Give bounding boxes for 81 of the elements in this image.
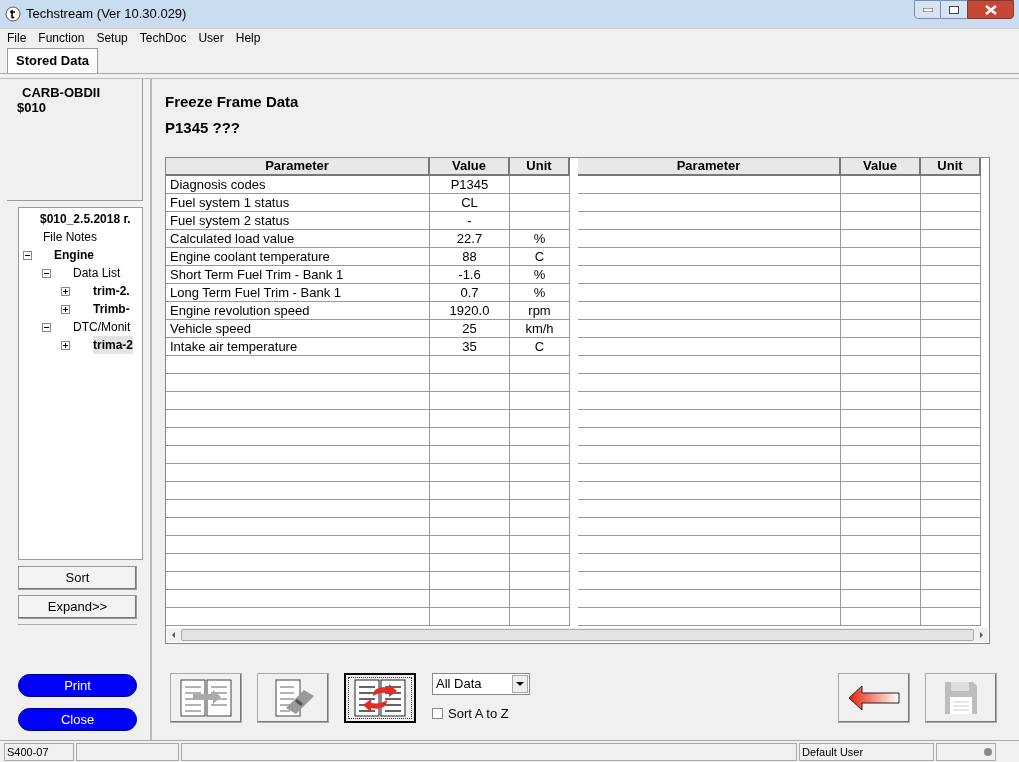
table-cell: - <box>430 212 510 229</box>
print-button[interactable]: Print <box>18 674 137 697</box>
table-cell: km/h <box>510 320 570 337</box>
table-cell: -1.6 <box>430 266 510 283</box>
maximize-icon <box>949 5 959 14</box>
table-cell: % <box>510 266 570 283</box>
column-header: Unit <box>510 158 570 174</box>
tab[interactable]: Stored Data <box>7 48 98 73</box>
table-cell: Calculated load value <box>166 230 430 247</box>
tree-item[interactable]: DTC/Monit <box>73 318 131 336</box>
table-cell: Engine revolution speed <box>166 302 430 319</box>
copy-list-icon <box>179 678 233 718</box>
collapse-icon[interactable] <box>42 322 51 332</box>
table-cell: Fuel system 1 status <box>166 194 430 211</box>
column-header: Value <box>430 158 510 174</box>
menu-item[interactable]: TechDoc <box>139 29 187 47</box>
back-button[interactable] <box>838 673 910 723</box>
left-arrow-icon <box>848 685 900 711</box>
table-cell: Long Term Fuel Trim - Bank 1 <box>166 284 430 301</box>
table-cell: Engine coolant temperature <box>166 248 430 265</box>
table-cell: 1920.0 <box>430 302 510 319</box>
horizontal-scrollbar[interactable] <box>167 628 988 642</box>
sort-button[interactable]: Sort <box>18 566 137 590</box>
close-icon <box>984 4 997 15</box>
close-button[interactable] <box>967 0 1014 19</box>
table-cell: C <box>510 338 570 355</box>
tree-item[interactable]: trim-2. <box>93 282 130 300</box>
minimize-icon <box>922 7 933 12</box>
tree-item[interactable]: Trimb- <box>93 300 130 318</box>
column-header: Parameter <box>166 158 430 174</box>
table-cell: P1345 <box>430 176 510 193</box>
column-header: Unit <box>921 158 981 174</box>
column-header: Parameter <box>578 158 841 174</box>
expand-icon[interactable] <box>61 286 70 296</box>
checkbox[interactable] <box>432 708 443 720</box>
collapse-icon[interactable] <box>23 250 32 260</box>
menu-item[interactable]: Setup <box>96 29 128 47</box>
table-cell: C <box>510 248 570 265</box>
column-header: Value <box>841 158 921 174</box>
table-cell: Vehicle speed <box>166 320 430 337</box>
app-logo-icon <box>5 6 21 22</box>
table-cell: % <box>510 230 570 247</box>
table-cell: Intake air temperature <box>166 338 430 355</box>
filter-dropdown[interactable]: All Data <box>432 673 530 695</box>
expand-icon[interactable] <box>61 340 70 350</box>
tree-item[interactable]: trima-2 <box>93 336 133 354</box>
table-cell: 35 <box>430 338 510 355</box>
expand-icon[interactable] <box>61 304 70 314</box>
maximize-button[interactable] <box>941 0 967 19</box>
table-cell: rpm <box>510 302 570 319</box>
status-text: S400-07 <box>4 742 74 761</box>
toolbar-button[interactable] <box>344 673 416 723</box>
dtc-code: P1345 ??? <box>165 118 242 137</box>
tree-item[interactable]: File Notes <box>43 228 98 246</box>
table-cell: CL <box>430 194 510 211</box>
checkbox-label[interactable]: Sort A to Z <box>448 704 509 724</box>
scrollbar-thumb[interactable] <box>181 629 974 641</box>
menu-item[interactable]: Help <box>235 29 261 47</box>
expand-button[interactable]: Expand>> <box>18 595 137 619</box>
menu-item[interactable]: Function <box>38 29 85 47</box>
tree-item[interactable]: Engine <box>54 246 94 264</box>
close-app-button[interactable]: Close <box>18 708 137 731</box>
menu-item[interactable]: User <box>198 29 224 47</box>
table-cell: 0.7 <box>430 284 510 301</box>
table-cell: 22.7 <box>430 230 510 247</box>
table-cell: % <box>510 284 570 301</box>
table-cell: Fuel system 2 status <box>166 212 430 229</box>
window-title: Techstream (Ver 10.30.029) <box>26 5 187 24</box>
section-title: Freeze Frame Data <box>165 92 300 111</box>
swap-list-icon <box>353 678 407 718</box>
table-cell: 25 <box>430 320 510 337</box>
table-cell: 88 <box>430 248 510 265</box>
tree-item[interactable]: $010_2.5.2018 г. <box>40 210 131 228</box>
table-cell: Short Term Fuel Trim - Bank 1 <box>166 266 430 283</box>
table-cell: Diagnosis codes <box>166 176 430 193</box>
status-text: Default User <box>799 742 934 761</box>
header-label: CARB-OBDII <box>21 85 101 100</box>
collapse-icon[interactable] <box>42 268 51 278</box>
header-label: $010 <box>17 100 47 115</box>
tree-item[interactable]: Data List <box>73 264 121 282</box>
menu-item[interactable]: File <box>7 29 27 47</box>
